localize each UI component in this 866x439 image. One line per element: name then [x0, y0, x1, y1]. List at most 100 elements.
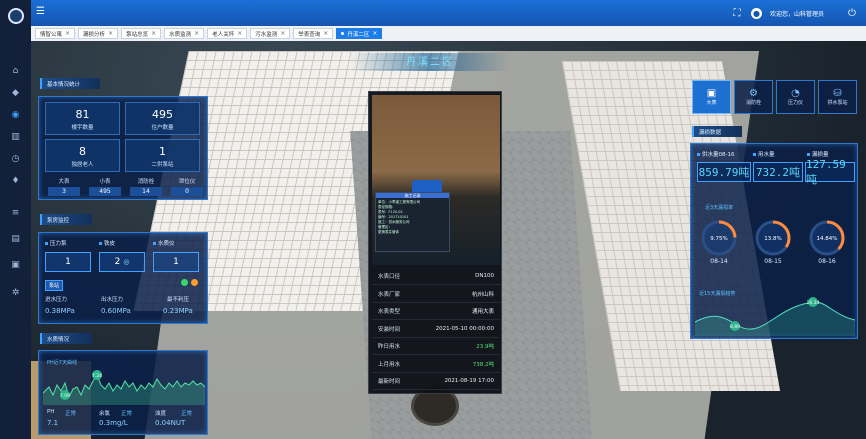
turbidity-value: 0.04NUT	[155, 419, 186, 427]
tab-6[interactable]: 举表查询 ×	[293, 28, 334, 39]
usage-label: 用水量	[753, 150, 775, 158]
pump-header-0: 压力泵	[45, 239, 67, 247]
tab-label: 泵站总览	[126, 31, 149, 38]
turbidity-label: 浊度	[155, 411, 167, 417]
leak-value: 127.59吨	[805, 158, 855, 186]
ph-low-label: 7.09	[60, 393, 70, 399]
chlorine-label: 余氯	[99, 411, 111, 417]
pump-header-2: 水质仪	[153, 239, 175, 247]
layer-button-1[interactable]: ⚙ 消防栓	[734, 80, 773, 114]
tab-label: 老人关怀	[212, 31, 235, 38]
reading-label: 出水压力	[101, 297, 124, 303]
popup-row: 最新时间 2021-08-19 17:00	[372, 373, 500, 390]
ph-label: PH	[47, 409, 55, 415]
layer-button-label: 供水泵站	[827, 100, 848, 106]
mini-value: 0	[171, 187, 203, 196]
nav-doc-icon[interactable]: ▤	[0, 226, 31, 252]
mini-value: 495	[89, 187, 121, 196]
hydrant-icon: ⚙	[749, 88, 758, 99]
layer-button-3[interactable]: ⛁ 供水泵站	[818, 80, 857, 114]
pump-panel-title: 泵房监控	[40, 214, 92, 225]
mini-label: 消防栓	[137, 179, 155, 185]
basic-panel-title: 基本情况统计	[40, 78, 100, 89]
camera-count[interactable]: 2 ◎	[99, 252, 145, 272]
meter-info-popup[interactable]: 施工记录 单位：小乖道工程有限公司 表径规格： 表号：F120,02 编号：20…	[368, 91, 502, 394]
tab-close-icon[interactable]: ×	[65, 30, 70, 37]
layer-button-2[interactable]: ◔ 压力仪	[776, 80, 815, 114]
layer-toggle-group: ▣ 大表 ⚙ 消防栓 ◔ 压力仪 ⛁ 供水泵站	[692, 80, 860, 116]
trend-low-label: 8.89	[730, 324, 740, 330]
basic-stats-panel: 81 楼宇数量 495 住户数量 8 独居老人 1 二供泵站 大表 3 小表 4…	[38, 96, 208, 200]
nav-monitor-icon[interactable]: ▣	[0, 252, 31, 278]
outlet-pressure-value: 0.60MPa	[101, 307, 131, 315]
tab-close-icon[interactable]: ×	[108, 30, 113, 37]
tab-label: 举表查询	[298, 31, 321, 38]
stat-value: 8	[79, 145, 86, 158]
menu-toggle-icon[interactable]: ☰	[36, 7, 46, 17]
tab-5[interactable]: 污水监测 ×	[250, 28, 291, 39]
stat-label: 二供泵站	[151, 162, 174, 168]
tab-3[interactable]: 水质监测 ×	[164, 28, 205, 39]
popup-row: 水表口径 DN100	[372, 268, 500, 285]
tab-label: 水质监测	[169, 31, 192, 38]
mini-label: 泄位仪	[178, 179, 196, 185]
tab-1[interactable]: 漏损分析 ×	[78, 28, 119, 39]
mini-label: 大表	[58, 179, 70, 185]
tab-7[interactable]: 丹溪二区 ×	[336, 28, 383, 39]
popup-row: 水表类型 通用大表	[372, 303, 500, 320]
tab-4[interactable]: 老人关怀 ×	[207, 28, 248, 39]
ring-percent-label: 14.84%	[817, 236, 838, 242]
tab-close-icon[interactable]: ×	[194, 30, 199, 37]
tab-close-icon[interactable]: ×	[372, 30, 377, 37]
stat-label: 独居老人	[71, 162, 94, 168]
fullscreen-icon[interactable]: ⛶	[731, 7, 743, 19]
mini-label: 小表	[99, 179, 111, 185]
construction-board: 施工记录 单位：小乖道工程有限公司 表径规格： 表号：F120,02 编号：20…	[375, 192, 450, 252]
status-orange-icon	[191, 279, 198, 286]
pressure-pump-count[interactable]: 1	[45, 252, 91, 272]
tab-close-icon[interactable]: ×	[151, 30, 156, 37]
tab-close-icon[interactable]: ×	[323, 30, 328, 37]
nav-settings-icon[interactable]: ✲	[0, 280, 31, 306]
meter-label: 用水量	[758, 152, 775, 158]
header-right: ⛶ ● 欢迎您，山科管理员 ⏻	[731, 5, 858, 21]
mini-value: 14	[130, 187, 162, 196]
pump-item-label: 水质仪	[158, 241, 175, 247]
popup-row-value: 2021-05-10 00:00:00	[435, 325, 494, 332]
rings-title: 近3天漏损率	[705, 205, 734, 211]
board-title: 施工记录	[376, 193, 449, 198]
nav-list-icon[interactable]: ≡	[0, 200, 31, 226]
layer-button-0[interactable]: ▣ 大表	[692, 80, 731, 114]
tab-0[interactable]: 情智公寓 ×	[35, 28, 76, 39]
meter-icon: ▣	[706, 88, 717, 99]
tab-close-icon[interactable]: ×	[280, 30, 285, 37]
tab-close-icon[interactable]: ×	[237, 30, 242, 37]
ph-peak-label: 7.24	[92, 373, 102, 379]
region-title: 丹溪二区	[350, 53, 510, 71]
mini-hydrant: 消防栓 14	[130, 177, 162, 196]
user-avatar-icon[interactable]: ●	[750, 7, 762, 19]
trend-peak-label: 16.34	[807, 300, 820, 306]
tab-label: 污水监测	[255, 31, 278, 38]
meter-label: 供水量08-16	[702, 152, 735, 158]
active-dot-icon	[341, 32, 345, 35]
tab-2[interactable]: 泵站总览 ×	[121, 28, 162, 39]
pump-header-1: 铁皮	[99, 239, 115, 247]
mini-big-meter: 大表 3	[48, 177, 80, 196]
pump-panel: 压力泵 铁皮 水质仪 1 2 ◎ 1 泵站 进水压力 出水压力 最不利压 0.38…	[38, 232, 208, 324]
left-sidebar: ⌂ ◆ ◉ ▥ ◷ ♦ ≡ ▤ ▣ ✲	[0, 0, 31, 439]
tab-label: 丹溪二区	[347, 31, 370, 38]
popup-row: 昨日用水 23.9吨	[372, 338, 500, 355]
quality-meter-count[interactable]: 1	[153, 252, 199, 272]
pump-station-button[interactable]: 泵站	[45, 280, 64, 291]
ph-value: 7.1	[47, 419, 59, 427]
app-root: 丹溪二区 ☰ ⛶ ● 欢迎您，山科管理员 ⏻ ⌂ ◆ ◉ ▥ ◷ ♦ ≡ ▤ ▣…	[0, 0, 866, 439]
popup-row: 水表厂家 杭州山科	[372, 286, 500, 303]
nav-drop-icon[interactable]: ♦	[0, 168, 31, 194]
welcome-text: 欢迎您，山科管理员	[769, 10, 824, 18]
water-quality-panel-title: 水质情况	[40, 333, 92, 344]
power-icon[interactable]: ⏻	[846, 7, 858, 19]
popup-row-label: 最新时间	[378, 379, 401, 385]
mini-value: 3	[48, 187, 80, 196]
pump-icon: ⛁	[833, 88, 842, 99]
